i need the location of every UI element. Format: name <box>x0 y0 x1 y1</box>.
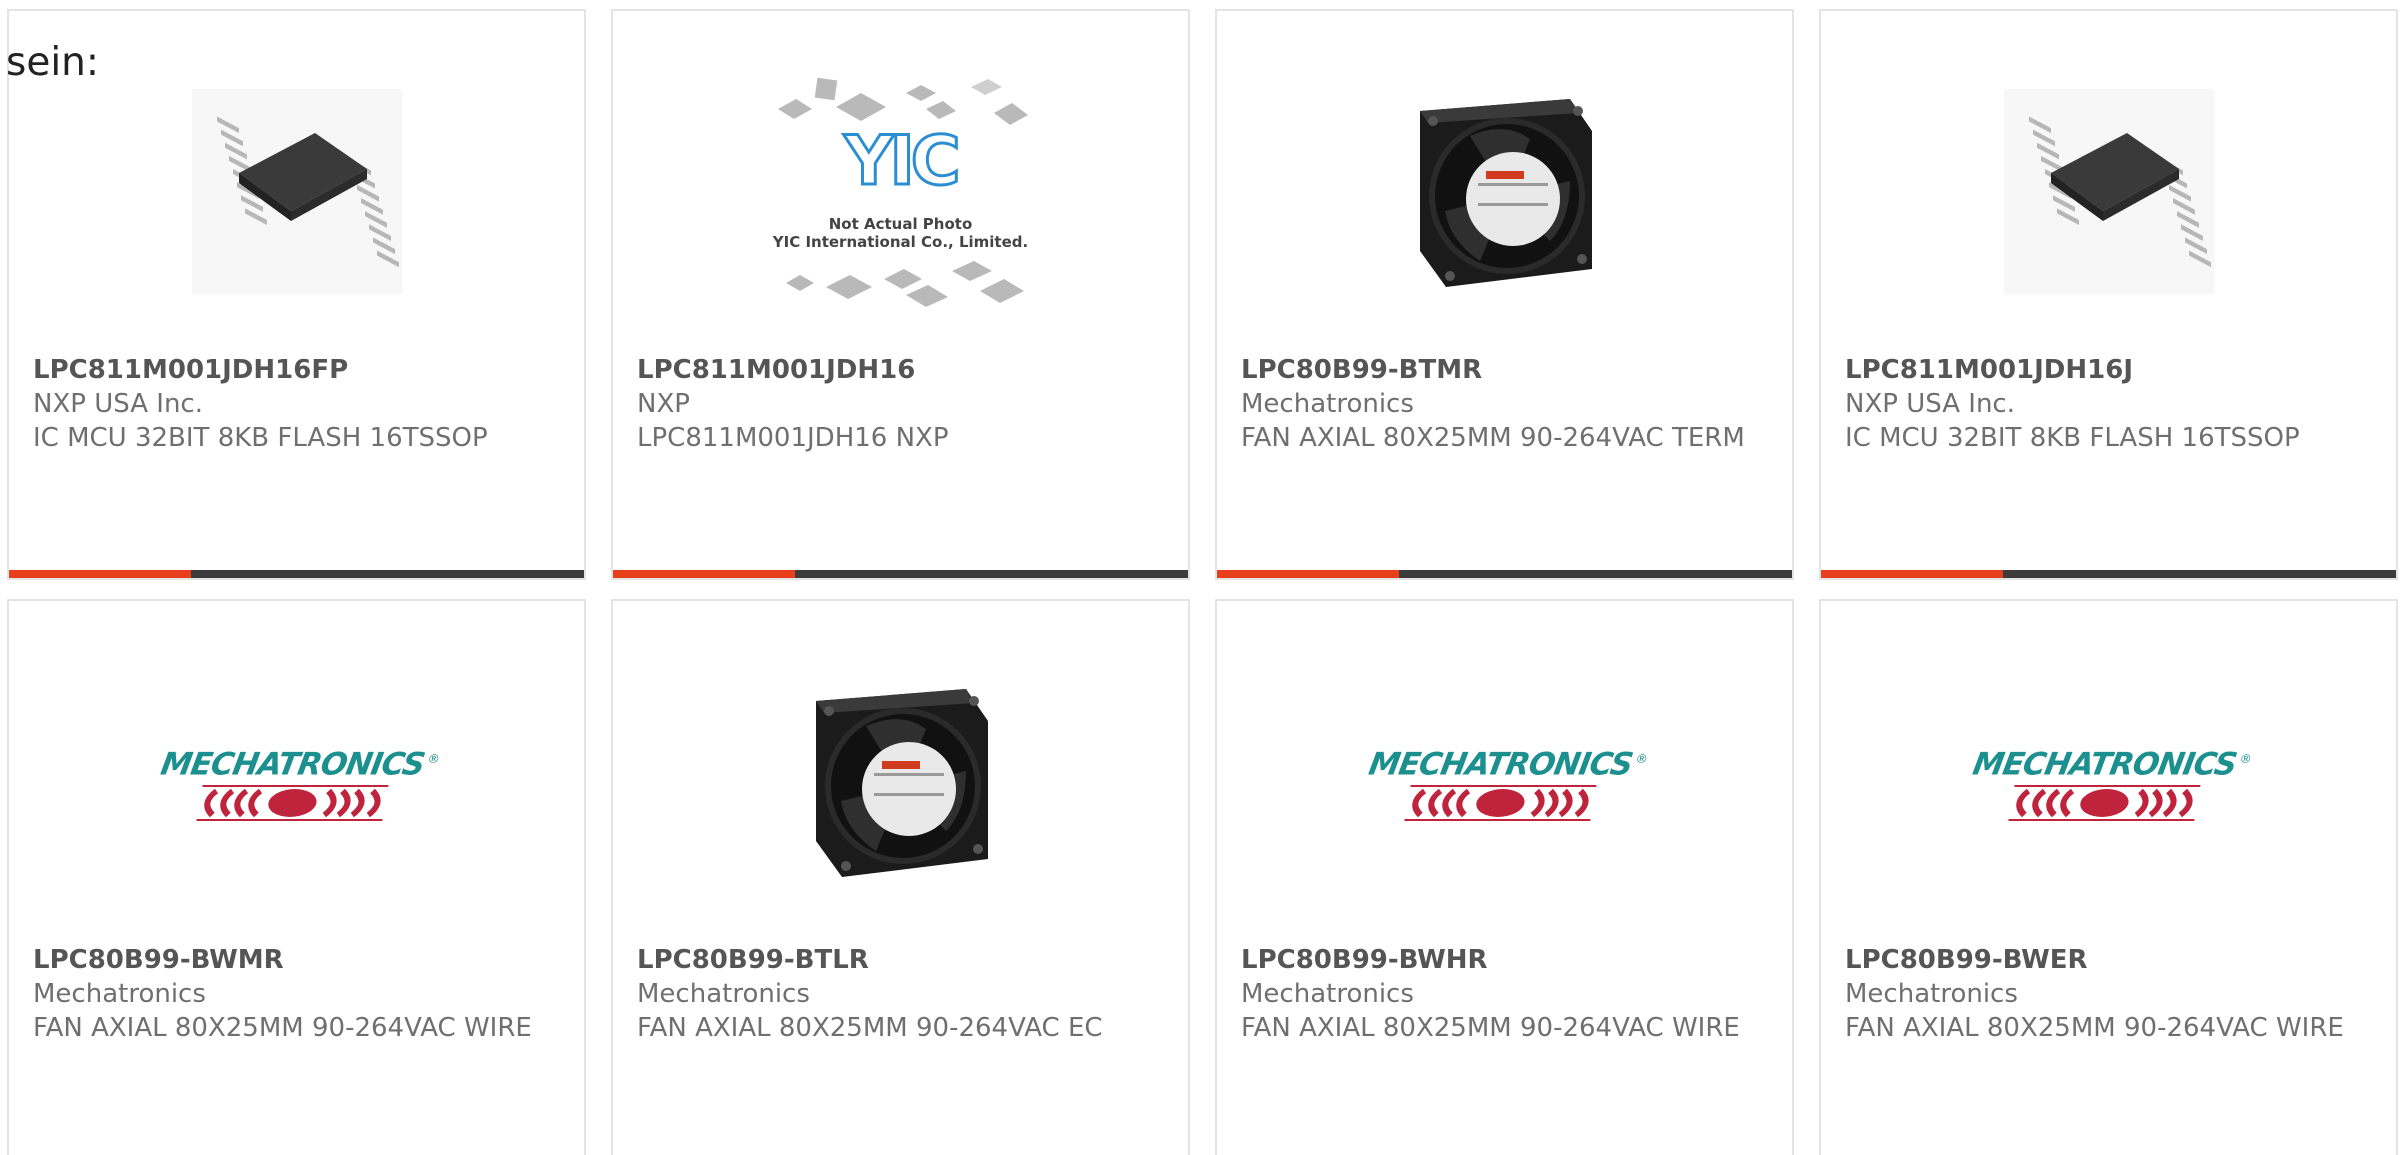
product-card[interactable]: LPC811M001JDH16FP NXP USA Inc. IC MCU 32… <box>7 9 586 580</box>
manufacturer: Mechatronics <box>33 979 206 1009</box>
product-info: LPC811M001JDH16J NXP USA Inc. IC MCU 32B… <box>1845 353 2376 455</box>
product-image[interactable] <box>1217 71 1792 315</box>
product-card[interactable]: MECHATRONICS® LPC80B99-BWER Mechatronics… <box>1819 599 2398 1155</box>
description: LPC811M001JDH16 NXP <box>637 423 949 453</box>
section-heading: sein: <box>6 40 100 85</box>
product-image[interactable]: MECHATRONICS® <box>1217 661 1792 905</box>
product-image[interactable]: MECHATRONICS® <box>9 661 584 905</box>
product-info: LPC80B99-BWER Mechatronics FAN AXIAL 80X… <box>1845 943 2376 1045</box>
registered-mark: ® <box>2238 752 2253 767</box>
registered-mark: ® <box>426 752 441 767</box>
manufacturer: NXP USA Inc. <box>33 389 203 419</box>
mechatronics-logo-icon: MECHATRONICS® <box>1970 742 2252 823</box>
card-accent-bar <box>1821 570 2396 578</box>
part-number[interactable]: LPC80B99-BTMR <box>1241 353 1772 387</box>
not-actual-photo-icon: YIC Not Actual Photo YIC International C… <box>766 73 1036 313</box>
product-card[interactable]: YIC Not Actual Photo YIC International C… <box>611 9 1190 580</box>
yic-logo: YIC <box>843 122 962 201</box>
product-card[interactable]: MECHATRONICS® LPC80B99-BWHR Mechatronics… <box>1215 599 1794 1155</box>
product-info: LPC811M001JDH16 NXP LPC811M001JDH16 NXP <box>637 353 1168 455</box>
part-number[interactable]: LPC80B99-BTLR <box>637 943 1168 977</box>
product-grid-page: sein: LPC811M001JDH16FP NXP USA Inc. IC … <box>0 0 2400 1155</box>
product-info: LPC80B99-BWMR Mechatronics FAN AXIAL 80X… <box>33 943 564 1045</box>
product-image[interactable]: YIC Not Actual Photo YIC International C… <box>613 71 1188 315</box>
logo-arcs <box>196 785 390 822</box>
product-info: LPC80B99-BTLR Mechatronics FAN AXIAL 80X… <box>637 943 1168 1045</box>
part-number[interactable]: LPC811M001JDH16J <box>1845 353 2376 387</box>
product-info: LPC811M001JDH16FP NXP USA Inc. IC MCU 32… <box>33 353 564 455</box>
description: FAN AXIAL 80X25MM 90-264VAC WIRE <box>1241 1013 1740 1043</box>
manufacturer: Mechatronics <box>1241 979 1414 1009</box>
tssop-chip-icon <box>2003 88 2214 298</box>
card-accent-bar <box>1217 570 1792 578</box>
description: IC MCU 32BIT 8KB FLASH 16TSSOP <box>33 423 488 453</box>
tssop-chip-icon <box>191 88 402 298</box>
manufacturer: Mechatronics <box>1241 389 1414 419</box>
part-number[interactable]: LPC80B99-BWMR <box>33 943 564 977</box>
product-card[interactable]: LPC811M001JDH16J NXP USA Inc. IC MCU 32B… <box>1819 9 2398 580</box>
product-card[interactable]: MECHATRONICS® LPC80B99-BWMR Mechatronics… <box>7 599 586 1155</box>
placeholder-caption: Not Actual Photo <box>828 215 973 233</box>
mechatronics-logo-icon: MECHATRONICS® <box>1366 742 1648 823</box>
placeholder-company: YIC International Co., Limited. <box>772 233 1029 251</box>
manufacturer: NXP <box>637 389 690 419</box>
logo-arcs <box>2008 785 2202 822</box>
product-info: LPC80B99-BTMR Mechatronics FAN AXIAL 80X… <box>1241 353 1772 455</box>
description: IC MCU 32BIT 8KB FLASH 16TSSOP <box>1845 423 2300 453</box>
registered-mark: ® <box>1634 752 1649 767</box>
description: FAN AXIAL 80X25MM 90-264VAC WIRE <box>1845 1013 2344 1043</box>
product-card[interactable]: LPC80B99-BTLR Mechatronics FAN AXIAL 80X… <box>611 599 1190 1155</box>
product-image[interactable] <box>9 71 584 315</box>
mechatronics-logo-icon: MECHATRONICS® <box>158 742 440 823</box>
logo-wordmark: MECHATRONICS® <box>1970 746 2253 783</box>
card-accent-bar <box>613 570 1188 578</box>
part-number[interactable]: LPC80B99-BWHR <box>1241 943 1772 977</box>
description: FAN AXIAL 80X25MM 90-264VAC TERM <box>1241 423 1745 453</box>
axial-fan-icon <box>806 681 996 885</box>
product-image[interactable]: MECHATRONICS® <box>1821 661 2396 905</box>
product-card[interactable]: LPC80B99-BTMR Mechatronics FAN AXIAL 80X… <box>1215 9 1794 580</box>
product-image[interactable] <box>613 661 1188 905</box>
part-number[interactable]: LPC811M001JDH16 <box>637 353 1168 387</box>
manufacturer: NXP USA Inc. <box>1845 389 2015 419</box>
description: FAN AXIAL 80X25MM 90-264VAC EC <box>637 1013 1103 1043</box>
axial-fan-icon <box>1410 91 1600 295</box>
card-accent-bar <box>9 570 584 578</box>
logo-arcs <box>1404 785 1598 822</box>
manufacturer: Mechatronics <box>1845 979 2018 1009</box>
description: FAN AXIAL 80X25MM 90-264VAC WIRE <box>33 1013 532 1043</box>
logo-wordmark: MECHATRONICS® <box>1366 746 1649 783</box>
product-image[interactable] <box>1821 71 2396 315</box>
part-number[interactable]: LPC811M001JDH16FP <box>33 353 564 387</box>
logo-wordmark: MECHATRONICS® <box>158 746 441 783</box>
manufacturer: Mechatronics <box>637 979 810 1009</box>
part-number[interactable]: LPC80B99-BWER <box>1845 943 2376 977</box>
product-info: LPC80B99-BWHR Mechatronics FAN AXIAL 80X… <box>1241 943 1772 1045</box>
product-grid: LPC811M001JDH16FP NXP USA Inc. IC MCU 32… <box>7 9 2398 1155</box>
